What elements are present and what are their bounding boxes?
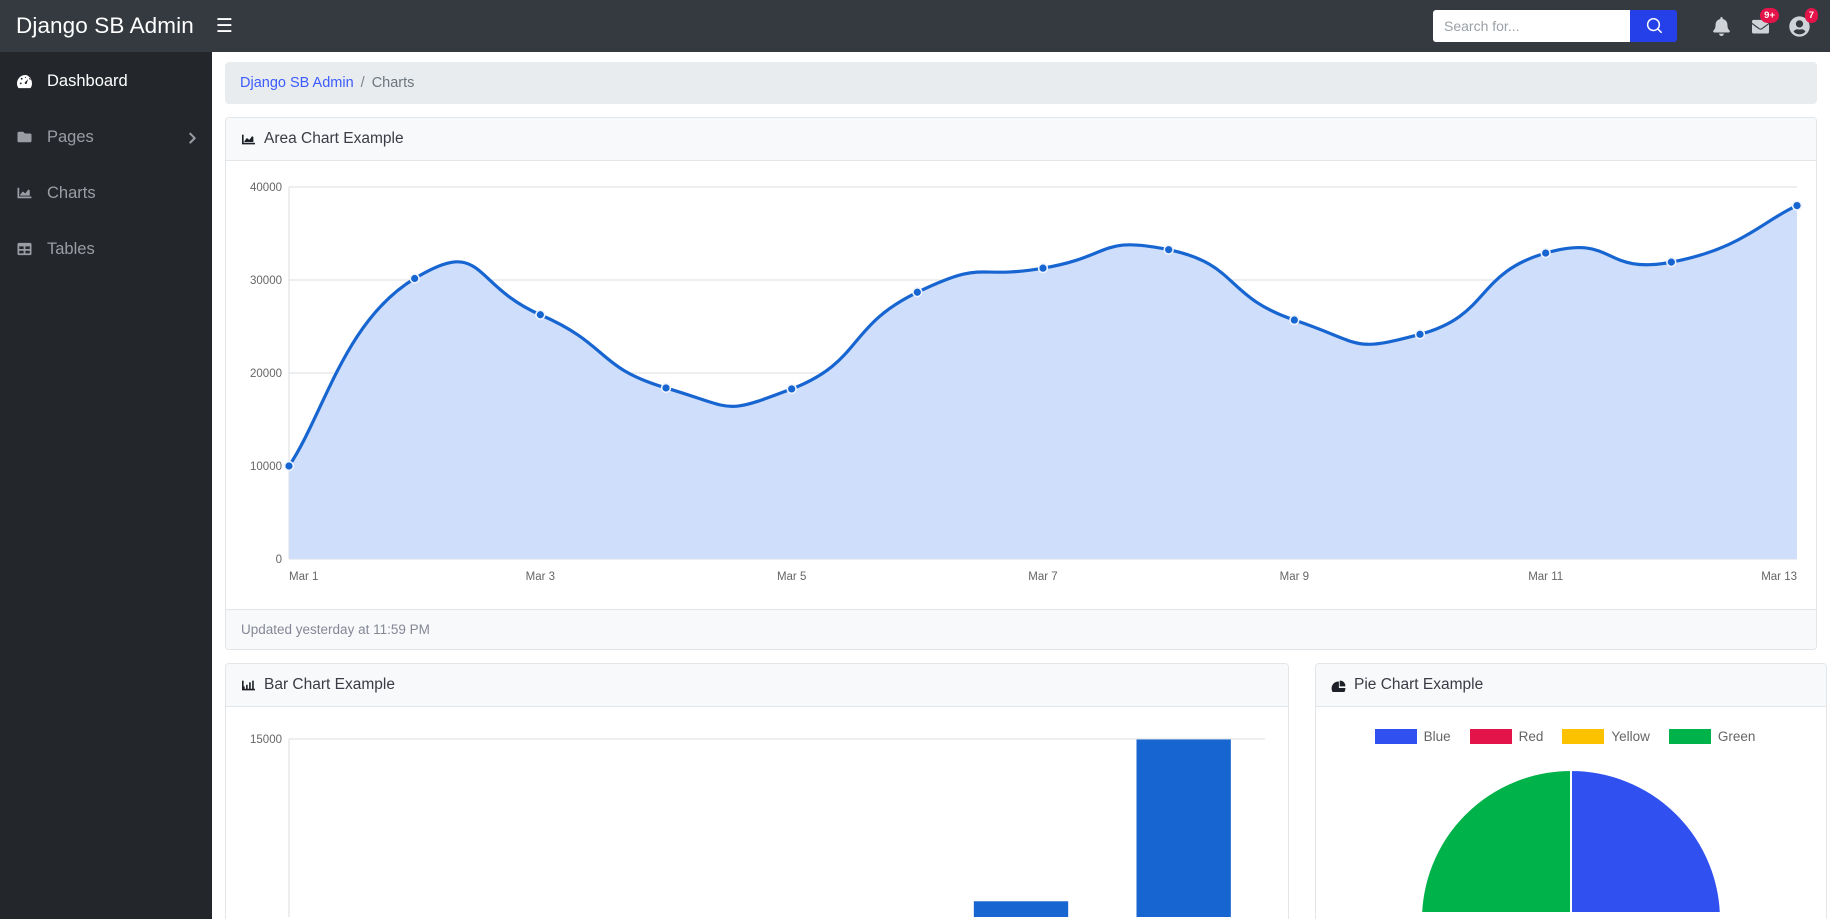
legend-item[interactable]: Yellow: [1562, 729, 1650, 744]
sidebar-item-label: Charts: [47, 183, 96, 202]
legend-item[interactable]: Red: [1469, 729, 1544, 744]
legend-swatch: [1374, 729, 1417, 744]
messages-badge: 9+: [1760, 8, 1779, 23]
search-button[interactable]: [1630, 10, 1677, 42]
search-input[interactable]: [1433, 10, 1630, 42]
bar-chart-card: Bar Chart Example 15000: [225, 663, 1289, 919]
svg-text:Mar 3: Mar 3: [526, 571, 555, 583]
bar-chart-icon: [241, 679, 256, 692]
main-content: Django SB Admin / Charts Area Chart Exam…: [212, 52, 1830, 919]
sidebar-item-charts[interactable]: Charts: [0, 174, 212, 212]
breadcrumb: Django SB Admin / Charts: [225, 62, 1817, 104]
legend-label: Blue: [1423, 729, 1451, 744]
svg-text:Mar 9: Mar 9: [1280, 571, 1309, 583]
chevron-right-icon: [188, 131, 196, 144]
area-chart-icon: [241, 133, 256, 146]
svg-text:Mar 5: Mar 5: [777, 571, 806, 583]
top-navbar: Django SB Admin ☰ 9+ 7: [0, 0, 1830, 52]
legend-label: Red: [1518, 729, 1544, 744]
tachometer-icon: [16, 74, 38, 89]
svg-text:30000: 30000: [250, 275, 282, 287]
bar-chart-column: Bar Chart Example 15000: [225, 663, 1289, 919]
legend-item[interactable]: Green: [1668, 729, 1756, 744]
legend-swatch: [1668, 729, 1711, 744]
svg-text:Mar 1: Mar 1: [289, 571, 318, 583]
area-chart-card: Area Chart Example 0 10000 20000 30000 40000…: [225, 117, 1817, 650]
bell-icon: [1712, 16, 1730, 36]
sidebar-item-tables[interactable]: Tables: [0, 230, 212, 268]
pie-slice-green[interactable]: [1420, 768, 1572, 919]
breadcrumb-root-link[interactable]: Django SB Admin: [240, 75, 354, 91]
pie-slice-blue[interactable]: [1570, 768, 1722, 919]
pie-chart-column: Pie Chart Example Blue Red Yellow Green: [1315, 663, 1827, 919]
svg-text:20000: 20000: [250, 368, 282, 380]
pie-chart-card-body: Blue Red Yellow Green: [1316, 707, 1826, 919]
sidebar: Dashboard Pages Charts Tables: [0, 52, 212, 919]
user-badge: 7: [1804, 8, 1818, 23]
sidebar-item-label: Tables: [47, 239, 95, 258]
bar-chart-canvas[interactable]: 15000: [241, 721, 1273, 919]
user-menu-button[interactable]: 7: [1782, 8, 1818, 43]
sidebar-item-label: Pages: [47, 127, 94, 146]
bar-chart-card-header: Bar Chart Example: [226, 664, 1288, 707]
legend-item[interactable]: Blue: [1374, 729, 1451, 744]
sidebar-item-pages[interactable]: Pages: [0, 118, 212, 156]
hamburger-icon[interactable]: ☰: [216, 17, 233, 36]
legend-label: Green: [1717, 729, 1756, 744]
sidebar-item-label: Dashboard: [47, 71, 128, 90]
pie-chart-legend: Blue Red Yellow Green: [1331, 721, 1811, 752]
topbar-right-group: 9+ 7: [1433, 8, 1830, 43]
svg-text:Mar 13: Mar 13: [1761, 571, 1797, 583]
area-chart-card-header: Area Chart Example: [226, 118, 1816, 161]
legend-label: Yellow: [1611, 729, 1650, 744]
area-chart-title: Area Chart Example: [264, 130, 404, 147]
search-icon: [1646, 18, 1662, 34]
area-chart-canvas[interactable]: 0 10000 20000 30000 40000 Mar 1 Mar 3 Mar 5 Mar …: [241, 175, 1803, 599]
bar-chart-title: Bar Chart Example: [264, 676, 395, 693]
bar-chart-card-body: 15000: [226, 707, 1288, 919]
legend-swatch: [1562, 729, 1605, 744]
alerts-button[interactable]: [1704, 9, 1738, 43]
brand-title: Django SB Admin: [16, 13, 194, 38]
pie-chart-icon: [1331, 679, 1346, 692]
pie-chart-title: Pie Chart Example: [1354, 676, 1484, 693]
legend-swatch: [1469, 729, 1512, 744]
area-chart-card-body: 0 10000 20000 30000 40000 Mar 1 Mar 3 Mar 5 Mar …: [226, 161, 1816, 609]
breadcrumb-current: Charts: [371, 75, 415, 91]
svg-text:0: 0: [276, 554, 282, 566]
svg-text:10000: 10000: [250, 461, 282, 473]
pie-chart-card-header: Pie Chart Example: [1316, 664, 1826, 707]
pie-chart-canvas[interactable]: [1331, 752, 1811, 919]
table-icon: [16, 242, 38, 256]
pie-chart-card: Pie Chart Example Blue Red Yellow Green: [1315, 663, 1827, 919]
svg-text:Mar 11: Mar 11: [1528, 571, 1563, 583]
lower-charts-row: Bar Chart Example 15000 Pie Chart Exampl…: [225, 663, 1827, 919]
svg-text:Mar 7: Mar 7: [1028, 571, 1057, 583]
messages-button[interactable]: 9+: [1743, 8, 1779, 43]
breadcrumb-separator: /: [360, 75, 365, 91]
svg-text:15000: 15000: [250, 734, 282, 746]
search-group: [1433, 10, 1677, 42]
area-chart-footer: Updated yesterday at 11:59 PM: [226, 609, 1816, 649]
folder-icon: [16, 130, 38, 144]
svg-text:40000: 40000: [250, 182, 282, 194]
area-chart-icon: [16, 186, 38, 200]
sidebar-item-dashboard[interactable]: Dashboard: [0, 62, 212, 100]
